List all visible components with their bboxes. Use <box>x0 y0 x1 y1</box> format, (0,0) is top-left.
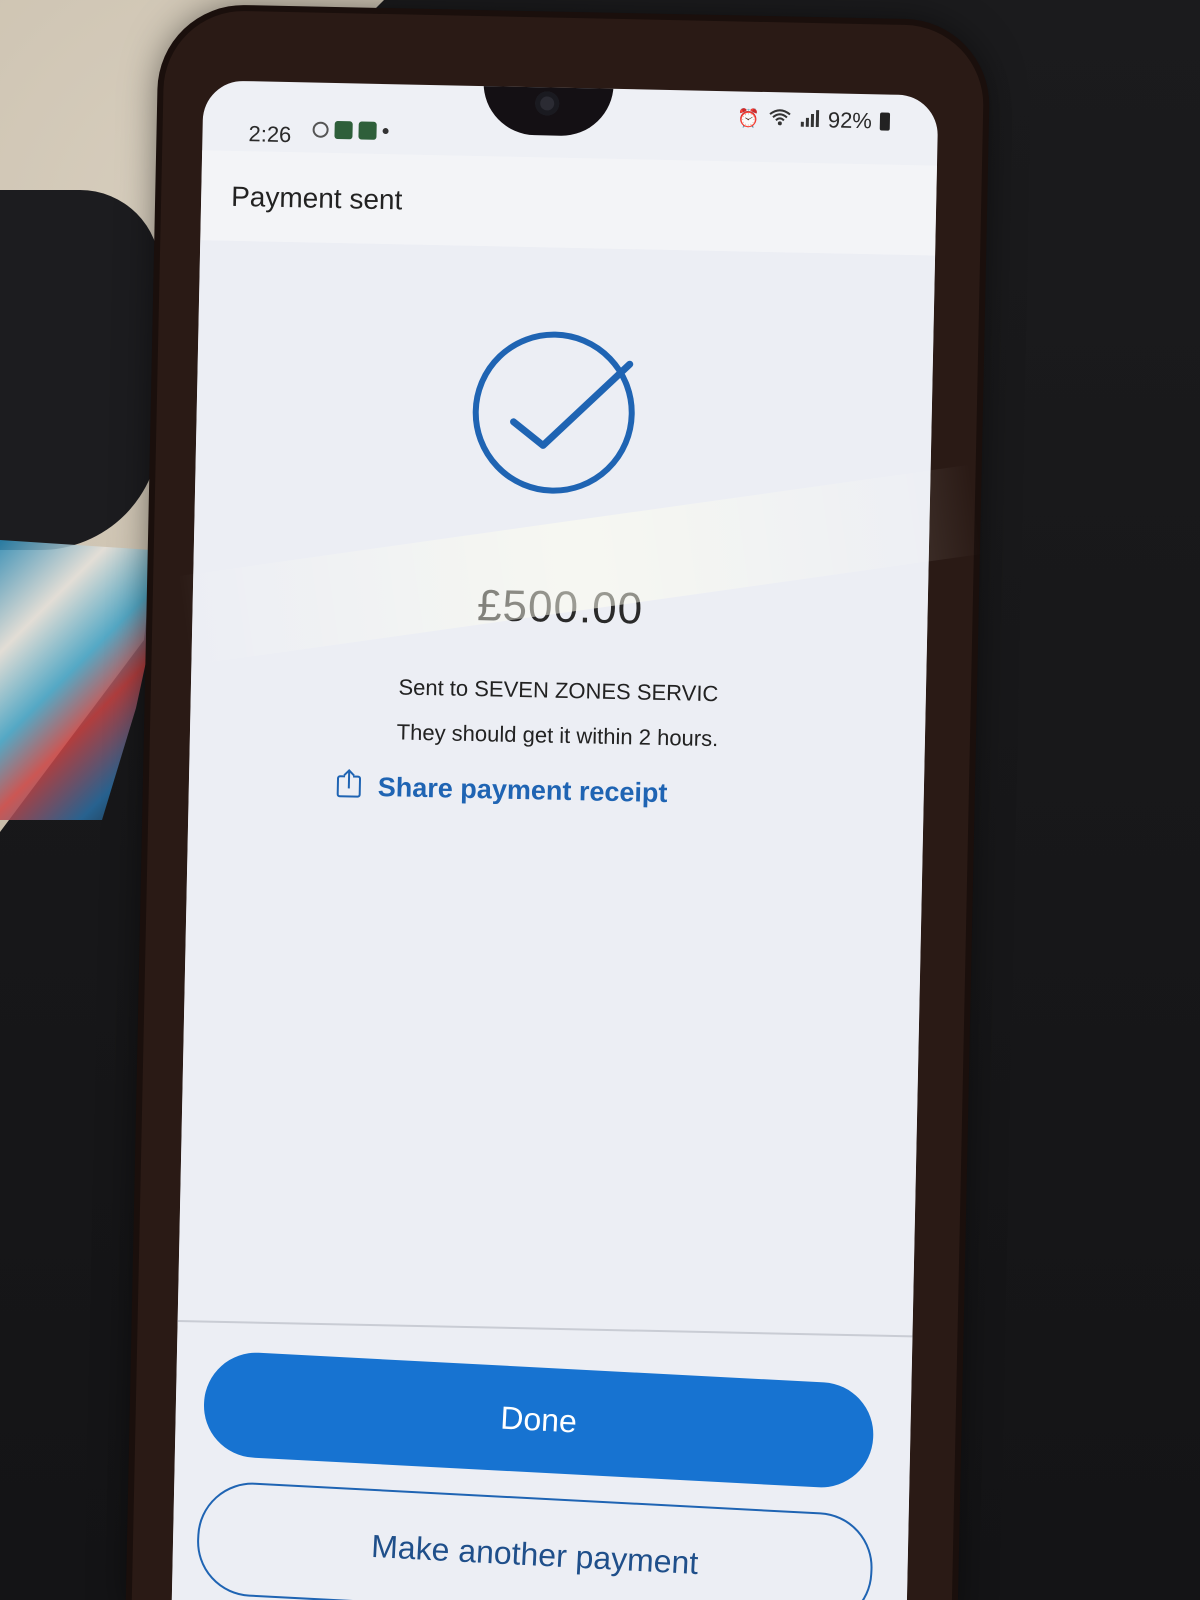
recipient-text: Sent to SEVEN ZONES SERVIC <box>398 674 719 707</box>
app-icon <box>334 120 353 140</box>
checkmark-circle-icon <box>467 326 641 500</box>
make-another-payment-button[interactable]: Make another payment <box>194 1479 876 1600</box>
confirmation-content: £500.00 Sent to SEVEN ZONES SERVIC They … <box>171 240 936 1600</box>
notification-dot-icon <box>382 127 389 135</box>
page-title: Payment sent <box>230 180 403 216</box>
status-icons-left <box>312 120 389 141</box>
share-receipt-link[interactable]: Share payment receipt <box>333 768 668 812</box>
status-bar: 2:26 ⏰ 92% <box>202 80 938 155</box>
battery-icon <box>879 112 891 131</box>
divider <box>177 1319 913 1338</box>
status-time: 2:26 <box>248 121 292 148</box>
wifi-icon <box>768 108 792 131</box>
share-icon <box>333 768 364 806</box>
app-icon <box>358 121 377 140</box>
camera-notch <box>482 82 614 137</box>
payment-amount: £500.00 <box>476 581 644 634</box>
background-fabric-left <box>0 190 160 550</box>
tiktok-icon <box>312 121 329 138</box>
title-bar: Payment sent <box>200 150 937 256</box>
done-button[interactable]: Done <box>201 1350 876 1491</box>
eta-text: They should get it within 2 hours. <box>396 719 719 752</box>
share-receipt-label: Share payment receipt <box>377 772 668 809</box>
camera-icon <box>534 91 560 116</box>
status-icons-right: ⏰ 92% <box>737 105 891 134</box>
signal-icon <box>800 108 820 131</box>
phone-frame: 2:26 ⏰ 92% Payment sent £500.00 Sent to … <box>131 9 985 1600</box>
phone-screen: 2:26 ⏰ 92% Payment sent £500.00 Sent to … <box>171 80 939 1600</box>
alarm-icon: ⏰ <box>737 107 761 129</box>
battery-percent: 92% <box>827 107 873 134</box>
